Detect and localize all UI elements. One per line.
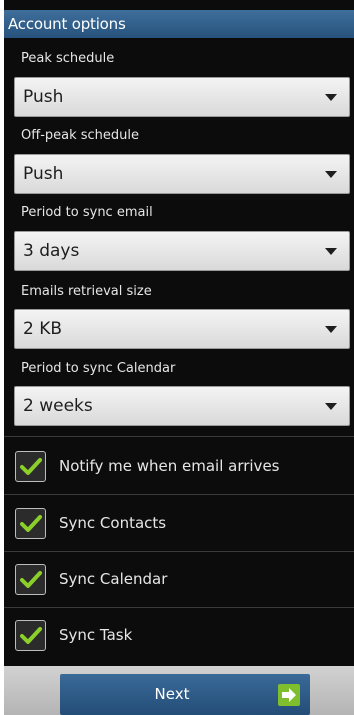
peak-schedule-value: Push: [23, 87, 64, 107]
off-peak-schedule-label: Off-peak schedule: [21, 128, 140, 143]
checkmark-icon: [20, 627, 42, 644]
sync-calendar-period-label: Period to sync Calendar: [21, 361, 176, 376]
checkmark-icon: [20, 458, 42, 475]
chevron-down-icon: [325, 94, 337, 101]
sync-email-period-label: Period to sync email: [21, 205, 153, 220]
sync-contacts-checkbox[interactable]: [15, 508, 46, 539]
page-title: Account options: [8, 15, 126, 33]
next-button[interactable]: Next: [60, 674, 310, 715]
notify-email-checkbox[interactable]: [15, 451, 46, 482]
checkmark-icon: [20, 571, 42, 588]
off-peak-schedule-dropdown[interactable]: Push: [14, 154, 350, 194]
sync-calendar-row[interactable]: Sync Calendar: [4, 551, 354, 607]
retrieval-size-label: Emails retrieval size: [21, 284, 152, 299]
peak-schedule-label: Peak schedule: [21, 51, 115, 66]
sync-calendar-period-dropdown[interactable]: 2 weeks: [14, 386, 350, 426]
chevron-down-icon: [325, 248, 337, 255]
sync-task-checkbox[interactable]: [15, 620, 46, 651]
account-options-screen: Account options Peak schedule Push Off-p…: [4, 0, 354, 715]
arrow-right-icon: [278, 684, 300, 706]
title-bar: Account options: [4, 10, 354, 38]
sync-contacts-row[interactable]: Sync Contacts: [4, 495, 354, 551]
sync-email-period-dropdown[interactable]: 3 days: [14, 231, 350, 271]
sync-calendar-period-value: 2 weeks: [23, 396, 93, 416]
notify-email-label: Notify me when email arrives: [59, 457, 280, 475]
chevron-down-icon: [325, 171, 337, 178]
sync-email-period-value: 3 days: [23, 241, 80, 261]
sync-calendar-checkbox[interactable]: [15, 564, 46, 595]
sync-calendar-label: Sync Calendar: [59, 570, 168, 588]
divider: [4, 436, 354, 437]
retrieval-size-dropdown[interactable]: 2 KB: [14, 309, 350, 349]
chevron-down-icon: [325, 403, 337, 410]
bottom-bar: Next: [4, 666, 354, 715]
notify-email-row[interactable]: Notify me when email arrives: [4, 438, 354, 494]
next-label: Next: [154, 685, 190, 703]
chevron-down-icon: [325, 326, 337, 333]
sync-task-label: Sync Task: [59, 626, 133, 644]
off-peak-schedule-value: Push: [23, 164, 64, 184]
checkmark-icon: [20, 515, 42, 532]
sync-contacts-label: Sync Contacts: [59, 514, 167, 532]
sync-task-row[interactable]: Sync Task: [4, 607, 354, 663]
peak-schedule-dropdown[interactable]: Push: [14, 77, 350, 117]
retrieval-size-value: 2 KB: [23, 319, 63, 339]
